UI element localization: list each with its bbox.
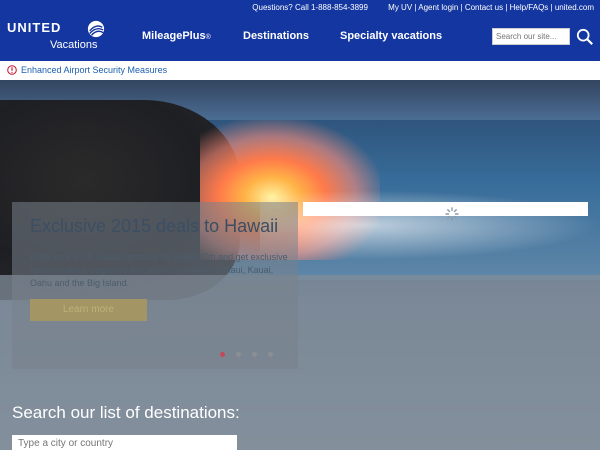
help-faqs-link[interactable]: Help/FAQs	[510, 3, 549, 12]
hero-mist	[260, 190, 600, 260]
nav-mileageplus-label: MileagePlus	[142, 30, 206, 42]
carousel-dot[interactable]	[252, 352, 257, 357]
promo-card: Exclusive 2015 deals to Hawaii Book your…	[12, 202, 298, 369]
nav-destinations[interactable]: Destinations	[243, 30, 309, 42]
registered-mark: ®	[205, 34, 211, 41]
loading-spinner-icon	[445, 207, 459, 221]
utility-links: Questions? Call 1-888-854-3899 My UV | A…	[252, 3, 594, 12]
destination-search-heading: Search our list of destinations:	[12, 403, 240, 422]
carousel-dot-active[interactable]	[220, 352, 225, 357]
globe-icon	[87, 20, 105, 38]
my-uv-link[interactable]: My UV	[388, 3, 412, 12]
security-alert-link[interactable]: Enhanced Airport Security Measures	[21, 65, 167, 75]
security-alert-bar: Enhanced Airport Security Measures	[0, 61, 600, 81]
site-header: Questions? Call 1-888-854-3899 My UV | A…	[0, 0, 600, 61]
nav-mileageplus[interactable]: MileagePlus®	[142, 30, 211, 42]
phone-link[interactable]: Questions? Call 1-888-854-3899	[252, 3, 368, 12]
contact-us-link[interactable]: Contact us	[465, 3, 503, 12]
alert-icon	[7, 65, 17, 75]
logo-text-vacations: Vacations	[50, 39, 98, 51]
nav-specialty-vacations[interactable]: Specialty vacations	[340, 30, 442, 42]
search-icon[interactable]	[576, 28, 594, 46]
united-vacations-logo[interactable]: UNITED Vacations	[7, 20, 105, 54]
logo-text-united: UNITED	[7, 20, 62, 35]
site-search-input[interactable]	[492, 28, 570, 45]
carousel-dot[interactable]	[236, 352, 241, 357]
carousel-dot[interactable]	[268, 352, 273, 357]
hero-banner: Exclusive 2015 deals to Hawaii Book your…	[0, 80, 600, 450]
promo-description: Book your 2015 Hawaii getaway by August …	[30, 252, 288, 288]
united-com-link[interactable]: united.com	[555, 3, 594, 12]
destination-search-input[interactable]	[12, 435, 237, 450]
promo-title: Exclusive 2015 deals to Hawaii	[30, 216, 279, 236]
agent-login-link[interactable]: Agent login	[418, 3, 458, 12]
learn-more-button[interactable]: Learn more	[30, 299, 147, 321]
